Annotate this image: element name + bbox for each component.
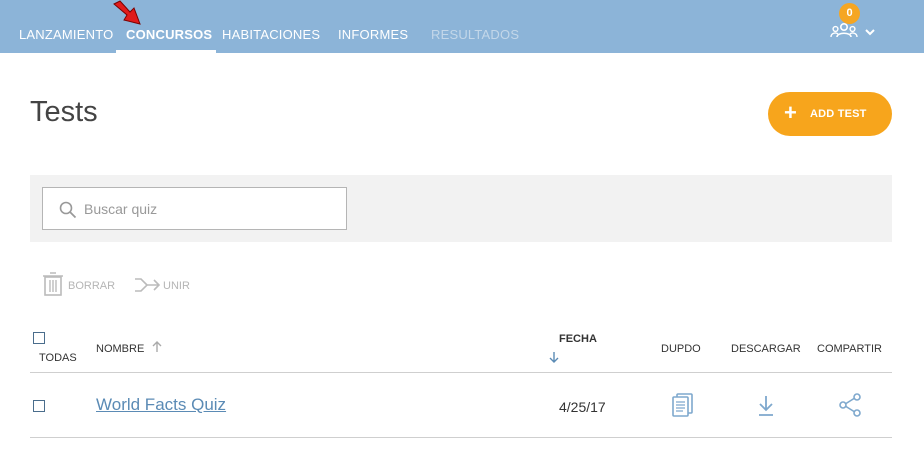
copy-icon[interactable] (672, 393, 694, 417)
people-icon[interactable] (830, 22, 858, 38)
download-icon[interactable] (757, 395, 775, 417)
nav-item-resultados: RESULTADOS (431, 27, 520, 42)
column-header-share: COMPARTIR (817, 343, 882, 355)
column-header-download: DESCARGAR (731, 343, 801, 355)
nav-item-habitaciones[interactable]: HABITACIONES (222, 27, 320, 42)
plus-icon: + (784, 100, 797, 125)
column-header-name[interactable]: NOMBRE (96, 343, 144, 355)
add-test-label: ADD TEST (810, 108, 867, 120)
nav-item-lanzamiento[interactable]: LANZAMIENTO (19, 27, 113, 42)
table-divider (30, 437, 892, 438)
quiz-date: 4/25/17 (559, 399, 606, 415)
pointer-arrow-icon (113, 0, 141, 25)
sort-arrow-icon[interactable] (549, 351, 559, 364)
nav-item-concursos[interactable]: CONCURSOS (126, 27, 212, 42)
add-test-button[interactable]: + ADD TEST (768, 92, 892, 136)
merge-label: UNIR (163, 280, 190, 292)
sort-arrow-icon[interactable] (152, 341, 162, 353)
search-icon (59, 201, 77, 219)
trash-icon (43, 272, 63, 296)
delete-button[interactable]: BORRAR (42, 272, 117, 298)
select-all-checkbox[interactable] (33, 332, 45, 344)
table-divider (30, 372, 892, 373)
notification-badge: 0 (839, 3, 860, 24)
search-input[interactable] (84, 189, 339, 228)
merge-icon (135, 278, 160, 292)
quiz-name-link[interactable]: World Facts Quiz (96, 395, 226, 415)
column-header-date[interactable]: FECHA (559, 333, 597, 345)
search-box (42, 187, 347, 230)
active-tab-indicator (116, 50, 216, 53)
column-header-all: TODAS (39, 352, 77, 364)
nav-item-informes[interactable]: INFORMES (338, 27, 408, 42)
top-nav-bar: LANZAMIENTO CONCURSOS HABITACIONES INFOR… (0, 0, 924, 53)
search-panel (30, 175, 892, 242)
column-header-duplicate: DUPDO (661, 343, 701, 355)
chevron-down-icon[interactable] (864, 28, 876, 36)
row-checkbox[interactable] (33, 400, 45, 412)
page-title: Tests (30, 96, 98, 128)
merge-button[interactable]: UNIR (134, 272, 194, 298)
share-icon[interactable] (838, 393, 862, 417)
delete-label: BORRAR (68, 280, 116, 292)
